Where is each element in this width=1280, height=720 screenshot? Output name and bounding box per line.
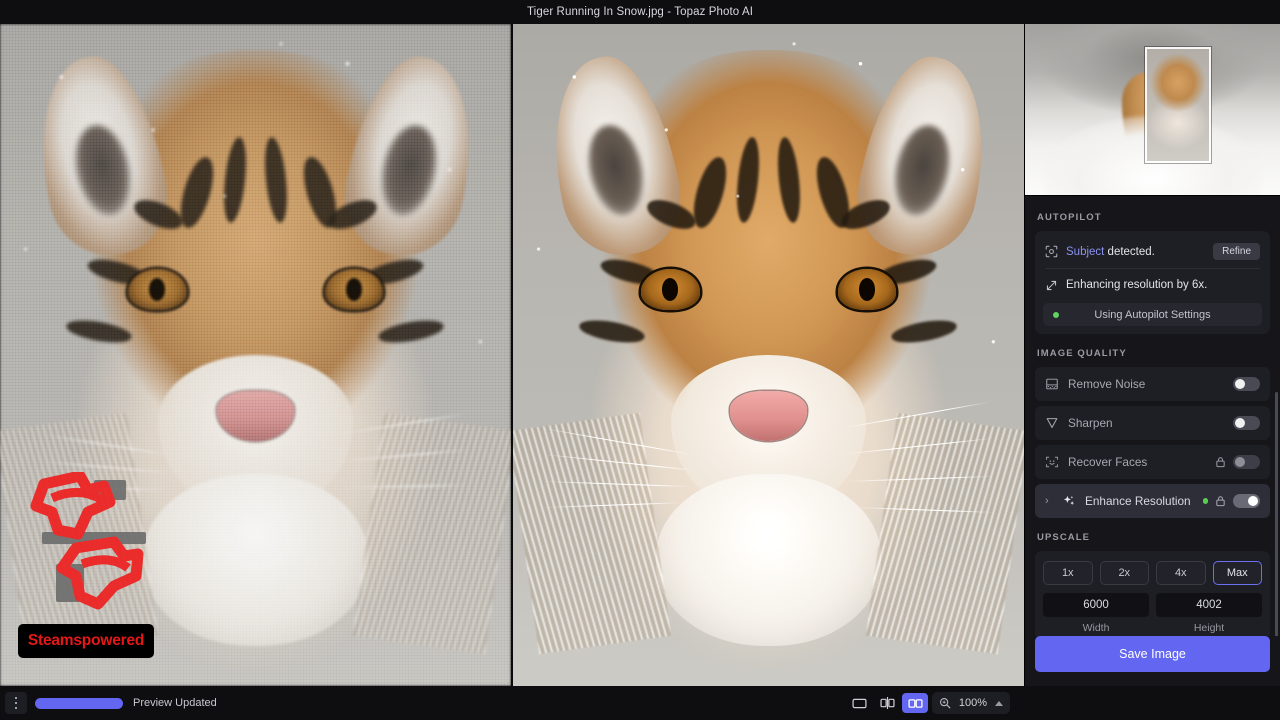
sidebar-scrollbar[interactable] — [1275, 392, 1278, 636]
zoom-search-icon[interactable] — [939, 697, 951, 709]
lock-icon[interactable] — [1215, 495, 1226, 507]
view-mode-split-button[interactable] — [874, 693, 900, 713]
scale-button-group: 1x 2x 4x Max — [1043, 561, 1262, 585]
face-icon — [1046, 456, 1058, 468]
setting-controls — [1233, 416, 1260, 430]
width-caption: Width — [1082, 622, 1110, 634]
height-caption: Height — [1193, 622, 1225, 634]
zoom-control-group[interactable]: 100% — [932, 692, 1010, 714]
single-view-icon — [851, 698, 867, 708]
height-input[interactable] — [1156, 593, 1262, 617]
autopilot-card: Subject detected. Refine Enhancing resol… — [1035, 231, 1270, 334]
setting-controls — [1202, 494, 1260, 508]
width-input[interactable] — [1043, 593, 1149, 617]
view-mode-single-button[interactable] — [846, 693, 872, 713]
subject-link[interactable]: Subject — [1066, 246, 1104, 258]
autopilot-resolution-row: Enhancing resolution by 6x. — [1035, 271, 1270, 299]
save-image-button[interactable]: Save Image — [1035, 636, 1270, 672]
save-action-area: Save Image — [1025, 636, 1280, 686]
tiger-image-enhanced — [513, 24, 1024, 686]
main-area: Steamspowered AUTOPILOT Subject detected… — [0, 24, 1280, 686]
status-bar: Preview Updated 100% — [0, 686, 1280, 720]
pixelation-artifact-overlay — [0, 24, 511, 686]
more-options-icon[interactable] — [5, 692, 27, 714]
lock-icon[interactable] — [1215, 456, 1226, 468]
navigator-thumbnail[interactable] — [1025, 24, 1280, 196]
navigator-viewport-content — [1146, 49, 1209, 162]
using-autopilot-settings-label: Using Autopilot Settings — [1094, 308, 1211, 321]
setting-label: Recover Faces — [1068, 455, 1148, 469]
chevron-right-icon[interactable]: › — [1045, 495, 1053, 507]
toggle-sharpen[interactable] — [1233, 416, 1260, 430]
toggle-recover-faces[interactable] — [1233, 455, 1260, 469]
split-view-icon — [879, 697, 895, 709]
setting-row-remove-noise[interactable]: Remove Noise — [1035, 367, 1270, 401]
setting-row-enhance-resolution[interactable]: › Enhance Resolution — [1035, 484, 1270, 518]
enabled-indicator-dot — [1202, 498, 1208, 504]
right-sidebar: AUTOPILOT Subject detected. Refine Enhan… — [1024, 24, 1280, 686]
using-autopilot-settings-button[interactable]: Using Autopilot Settings — [1043, 303, 1262, 326]
setting-label: Enhance Resolution — [1085, 494, 1191, 508]
navigator-viewport-rect[interactable] — [1144, 47, 1211, 164]
height-field-group: Height — [1156, 593, 1262, 634]
autopilot-subject-row: Subject detected. Refine — [1035, 237, 1270, 266]
setting-label: Remove Noise — [1068, 377, 1146, 391]
settings-panel: AUTOPILOT Subject detected. Refine Enhan… — [1025, 196, 1280, 636]
refine-button[interactable]: Refine — [1213, 243, 1260, 260]
section-label-autopilot: AUTOPILOT — [1037, 212, 1102, 223]
view-mode-group — [846, 693, 928, 713]
window-titlebar: Tiger Running In Snow.jpg - Topaz Photo … — [0, 0, 1280, 24]
sharpen-icon — [1046, 418, 1058, 429]
image-pane-original[interactable]: Steamspowered — [0, 24, 511, 686]
resize-arrow-icon — [1046, 280, 1057, 290]
setting-row-recover-faces[interactable]: Recover Faces — [1035, 445, 1270, 479]
sparkle-icon — [1063, 495, 1075, 505]
view-mode-side-by-side-button[interactable] — [902, 693, 928, 713]
status-text: Preview Updated — [133, 697, 217, 709]
section-label-upscale: UPSCALE — [1037, 532, 1091, 543]
progress-bar — [35, 697, 123, 709]
noise-icon — [1046, 378, 1058, 390]
scale-button-1x[interactable]: 1x — [1043, 561, 1093, 585]
toggle-remove-noise[interactable] — [1233, 377, 1260, 391]
width-field-group: Width — [1043, 593, 1149, 634]
subject-detected-text: Subject detected. — [1066, 246, 1155, 258]
scale-button-max[interactable]: Max — [1212, 561, 1262, 585]
scale-button-4x[interactable]: 4x — [1156, 561, 1206, 585]
zoom-level-label: 100% — [958, 697, 988, 709]
dimension-inputs: Width Height — [1043, 593, 1262, 634]
upscale-card: 1x 2x 4x Max Width Height — [1035, 551, 1270, 636]
chevron-up-icon[interactable] — [995, 700, 1003, 706]
enhancing-resolution-text: Enhancing resolution by 6x. — [1066, 279, 1208, 291]
image-comparison-canvas[interactable]: Steamspowered — [0, 24, 1024, 686]
section-label-image-quality: IMAGE QUALITY — [1037, 348, 1127, 359]
setting-controls — [1215, 455, 1260, 469]
setting-label: Sharpen — [1068, 416, 1113, 430]
autopilot-status-dot — [1053, 311, 1059, 318]
autopilot-divider — [1045, 268, 1260, 269]
setting-row-sharpen[interactable]: Sharpen — [1035, 406, 1270, 440]
side-by-side-view-icon — [907, 698, 923, 708]
scale-button-2x[interactable]: 2x — [1099, 561, 1149, 585]
subject-detected-suffix: detected. — [1104, 245, 1155, 258]
toggle-enhance-resolution[interactable] — [1233, 494, 1260, 508]
image-pane-enhanced[interactable] — [513, 24, 1024, 686]
setting-controls — [1233, 377, 1260, 391]
window-title: Tiger Running In Snow.jpg - Topaz Photo … — [526, 6, 754, 18]
subject-detect-icon — [1045, 245, 1058, 258]
